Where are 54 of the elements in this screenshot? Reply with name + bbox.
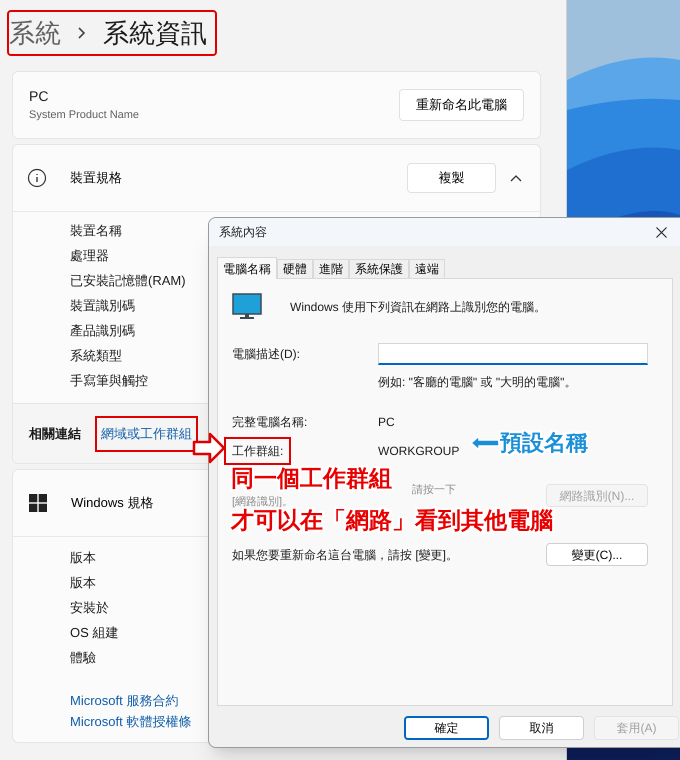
rename-button[interactable]: 重新命名此電腦 [399, 89, 524, 121]
spec-label: 版本 [70, 549, 96, 567]
field-label: 完整電腦名稱: [231, 415, 308, 429]
pc-model: System Product Name [29, 108, 140, 124]
section-title: 裝置規格 [70, 169, 123, 188]
info-icon [27, 168, 47, 188]
spec-label: 處理器 [70, 247, 109, 265]
field-label: 工作群組: [232, 444, 284, 458]
chevron-right-icon [77, 26, 87, 40]
close-icon[interactable] [656, 226, 667, 238]
windows-logo-icon [29, 494, 47, 512]
dialog-title: 系統內容 [219, 224, 267, 241]
tab[interactable]: 進階 [313, 259, 349, 278]
tab[interactable]: 硬體 [277, 259, 313, 278]
tab[interactable]: 電腦名稱 [217, 257, 277, 279]
link[interactable]: Microsoft 軟體授權條 [70, 711, 192, 732]
disabled-text: 請按一下 [412, 484, 456, 496]
disabled-text: [網路識別]。 [232, 496, 294, 508]
annotation-text: 才可以在「網路」看到其他電腦 [231, 507, 553, 533]
chevron-up-icon[interactable] [510, 174, 522, 182]
arrow-left-icon [470, 435, 500, 451]
pc-name: PC [29, 87, 50, 106]
rename-text: 如果您要重新命名這台電腦，請按 [變更]。 [232, 546, 458, 564]
description-hint: 例如: "客廳的電腦" 或 "大明的電腦"。 [378, 374, 578, 391]
spec-label: 體驗 [70, 649, 96, 667]
tab[interactable]: 系統保護 [349, 259, 409, 278]
dialog-button[interactable]: 確定 [404, 716, 489, 740]
link[interactable]: Microsoft 服務合約 [70, 690, 178, 711]
annotation-note: 預設名稱 [500, 430, 588, 456]
link[interactable]: 網域或工作群組 [101, 426, 192, 440]
related-links-label: 相關連結 [29, 424, 81, 443]
spec-label: 已安裝記憶體(RAM) [70, 272, 186, 290]
spec-label: 安裝於 [70, 599, 109, 617]
dialog-button[interactable]: 取消 [499, 716, 584, 740]
section-title: Windows 規格 [71, 494, 154, 512]
spec-label: 手寫筆與觸控 [70, 372, 148, 390]
tab[interactable]: 遠端 [409, 259, 445, 278]
page-title: 系統資訊 [103, 16, 207, 50]
breadcrumb-parent[interactable]: 系統 [9, 14, 61, 52]
field-label: 電腦描述(D): [232, 346, 301, 363]
annotation-text: 同一個工作群組 [231, 465, 392, 491]
intro-text: Windows 使用下列資訊在網路上識別您的電腦。 [290, 299, 546, 316]
spec-label: 版本 [70, 574, 96, 592]
spec-label: 裝置名稱 [70, 222, 122, 240]
monitor-icon [232, 293, 262, 321]
change-button[interactable]: 變更(C)... [546, 543, 648, 566]
spec-label: 裝置識別碼 [70, 297, 135, 315]
copy-button[interactable]: 複製 [407, 163, 496, 193]
spec-label: 產品識別碼 [70, 322, 135, 340]
spec-label: 系統類型 [70, 347, 122, 365]
field-value: PC [378, 414, 395, 431]
field-value: WORKGROUP [378, 443, 460, 460]
spec-label: OS 組建 [70, 624, 118, 642]
description-input[interactable] [378, 343, 648, 365]
